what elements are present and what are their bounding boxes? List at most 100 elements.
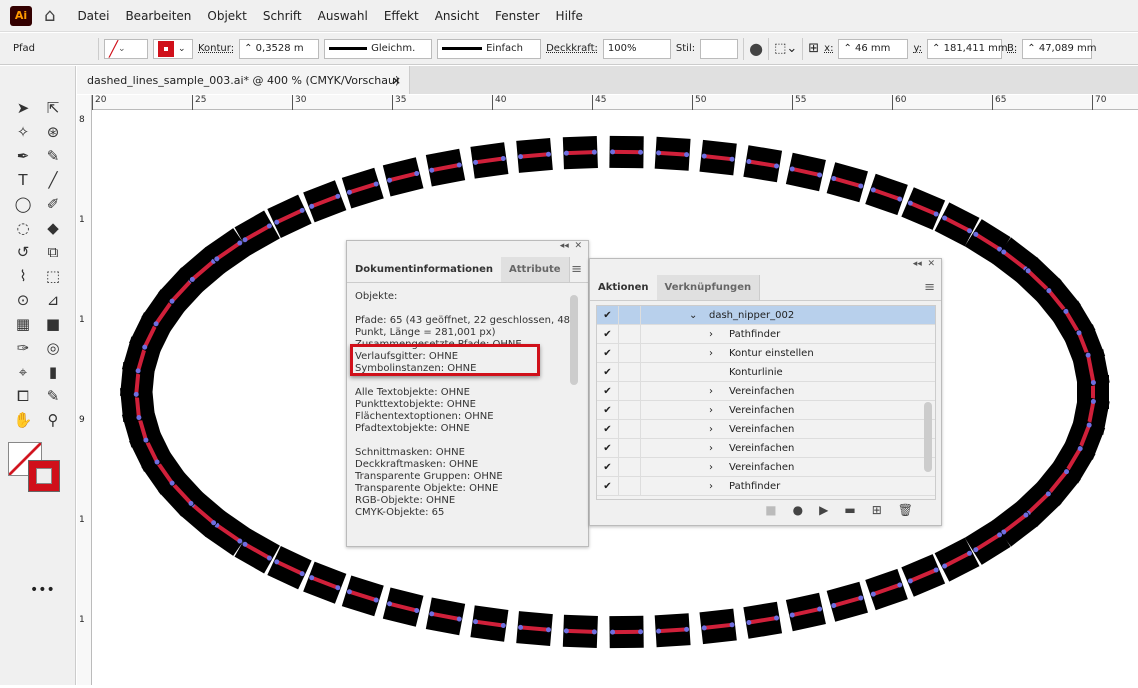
- kontur-input[interactable]: ⌃ 0,3528 m: [239, 39, 319, 59]
- check-icon[interactable]: ✔: [597, 439, 619, 457]
- expander-icon[interactable]: ›: [709, 443, 729, 454]
- dash-segment[interactable]: [383, 157, 424, 196]
- tool-icon[interactable]: ■: [38, 312, 68, 336]
- kontur-label[interactable]: Kontur:: [198, 43, 234, 54]
- menu-hilfe[interactable]: Hilfe: [548, 9, 591, 23]
- dialog-toggle[interactable]: [619, 363, 641, 381]
- action-row[interactable]: ✔›Vereinfachen: [597, 458, 935, 477]
- dash-segment[interactable]: [516, 138, 553, 173]
- dash-segment[interactable]: [786, 153, 826, 192]
- expander-icon[interactable]: ⌄: [689, 310, 709, 321]
- tool-icon[interactable]: ⌖: [8, 360, 38, 384]
- tool-icon[interactable]: ✧: [8, 120, 38, 144]
- reference-point-icon[interactable]: ⊞: [808, 41, 819, 56]
- stroke-swatch[interactable]: ⌄: [153, 39, 193, 59]
- tool-icon[interactable]: ▦: [8, 312, 38, 336]
- expander-icon[interactable]: ›: [709, 386, 729, 397]
- tab-verknuepfungen[interactable]: Verknüpfungen: [657, 275, 761, 300]
- tool-icon[interactable]: T: [8, 168, 38, 192]
- delete-icon[interactable]: 🗑: [898, 503, 913, 517]
- more-tools-icon[interactable]: •••: [30, 582, 55, 598]
- dash-segment[interactable]: [865, 174, 908, 215]
- tool-icon[interactable]: ✎: [38, 384, 68, 408]
- dash-segment[interactable]: [470, 142, 508, 178]
- expander-icon[interactable]: ›: [709, 462, 729, 473]
- tool-icon[interactable]: ⇱: [38, 96, 68, 120]
- dash-segment[interactable]: [827, 162, 868, 202]
- action-row[interactable]: ✔Konturlinie: [597, 363, 935, 382]
- dash-segment[interactable]: [342, 168, 384, 209]
- scrollbar[interactable]: [924, 402, 932, 472]
- opacity-input[interactable]: 100%: [603, 39, 671, 59]
- tool-icon[interactable]: ⚲: [38, 408, 68, 432]
- dash-segment[interactable]: [609, 136, 643, 168]
- menu-ansicht[interactable]: Ansicht: [427, 9, 487, 23]
- dash-segment[interactable]: [609, 616, 643, 648]
- expander-icon[interactable]: ›: [709, 348, 729, 359]
- expander-icon[interactable]: ›: [709, 405, 729, 416]
- check-icon[interactable]: ✔: [597, 401, 619, 419]
- tab-aktionen[interactable]: Aktionen: [590, 275, 657, 300]
- check-icon[interactable]: ✔: [597, 363, 619, 381]
- dialog-toggle[interactable]: [619, 325, 641, 343]
- tool-icon[interactable]: ⊛: [38, 120, 68, 144]
- expander-icon[interactable]: ›: [709, 329, 729, 340]
- action-row[interactable]: ✔›Vereinfachen: [597, 439, 935, 458]
- play-icon[interactable]: ▶: [819, 503, 828, 517]
- horizontal-ruler[interactable]: 2025303540455055606570: [92, 95, 1138, 110]
- tool-icon[interactable]: ◆: [38, 216, 68, 240]
- vertical-ruler[interactable]: 811911: [77, 95, 92, 685]
- action-row[interactable]: ✔›Vereinfachen: [597, 401, 935, 420]
- panel-menu-icon[interactable]: ≡: [571, 262, 582, 277]
- tab-dokumentinformationen[interactable]: Dokumentinformationen: [347, 257, 501, 282]
- dialog-toggle[interactable]: [619, 439, 641, 457]
- tool-icon[interactable]: ⌇: [8, 264, 38, 288]
- menu-auswahl[interactable]: Auswahl: [310, 9, 376, 23]
- action-row[interactable]: ✔›Pathfinder: [597, 477, 935, 496]
- home-icon[interactable]: ⌂: [44, 5, 55, 26]
- dash-segment[interactable]: [743, 602, 782, 639]
- tool-icon[interactable]: ✐: [38, 192, 68, 216]
- opacity-label[interactable]: Deckkraft:: [546, 43, 598, 54]
- tool-icon[interactable]: ⊿: [38, 288, 68, 312]
- stop-icon[interactable]: ■: [765, 503, 776, 517]
- check-icon[interactable]: ✔: [597, 477, 619, 495]
- dash-segment[interactable]: [655, 137, 691, 171]
- fill-swatch[interactable]: ╱ ⌄: [104, 39, 148, 59]
- dash-segment[interactable]: [563, 615, 598, 648]
- fill-stroke-swatch[interactable]: [8, 442, 64, 492]
- panel-collapse-close-icon[interactable]: ◂◂ ✕: [590, 259, 941, 275]
- dash-segment[interactable]: [303, 180, 346, 222]
- recolor-icon[interactable]: ●: [749, 39, 763, 58]
- dash-segment[interactable]: [699, 140, 736, 176]
- tool-icon[interactable]: ⧉: [38, 240, 68, 264]
- dialog-toggle[interactable]: [619, 382, 641, 400]
- tool-icon[interactable]: ◌: [8, 216, 38, 240]
- tool-icon[interactable]: ↺: [8, 240, 38, 264]
- panel-menu-icon[interactable]: ≡: [924, 280, 935, 295]
- check-icon[interactable]: ✔: [597, 458, 619, 476]
- menu-effekt[interactable]: Effekt: [376, 9, 427, 23]
- check-icon[interactable]: ✔: [597, 344, 619, 362]
- dash-segment[interactable]: [1072, 349, 1110, 388]
- x-input[interactable]: ⌃ 46 mm: [838, 39, 908, 59]
- dialog-toggle[interactable]: [619, 458, 641, 476]
- check-icon[interactable]: ✔: [597, 306, 619, 324]
- y-input[interactable]: ⌃ 181,411 mm: [927, 39, 1002, 59]
- tool-icon[interactable]: ▮: [38, 360, 68, 384]
- tool-icon[interactable]: ◯: [8, 192, 38, 216]
- expander-icon[interactable]: ›: [709, 424, 729, 435]
- menu-fenster[interactable]: Fenster: [487, 9, 548, 23]
- record-icon[interactable]: ●: [793, 503, 803, 517]
- tool-icon[interactable]: ✒: [8, 144, 38, 168]
- dialog-toggle[interactable]: [619, 477, 641, 495]
- folder-icon[interactable]: ▬: [844, 503, 855, 517]
- dash-segment[interactable]: [303, 562, 346, 604]
- dash-segment[interactable]: [426, 598, 465, 636]
- menu-objekt[interactable]: Objekt: [199, 9, 254, 23]
- action-row[interactable]: ✔›Pathfinder: [597, 325, 935, 344]
- document-tab[interactable]: dashed_lines_sample_003.ai* @ 400 % (CMY…: [77, 66, 410, 94]
- tool-icon[interactable]: ✎: [38, 144, 68, 168]
- tool-icon[interactable]: ✋: [8, 408, 38, 432]
- tool-icon[interactable]: ⊙: [8, 288, 38, 312]
